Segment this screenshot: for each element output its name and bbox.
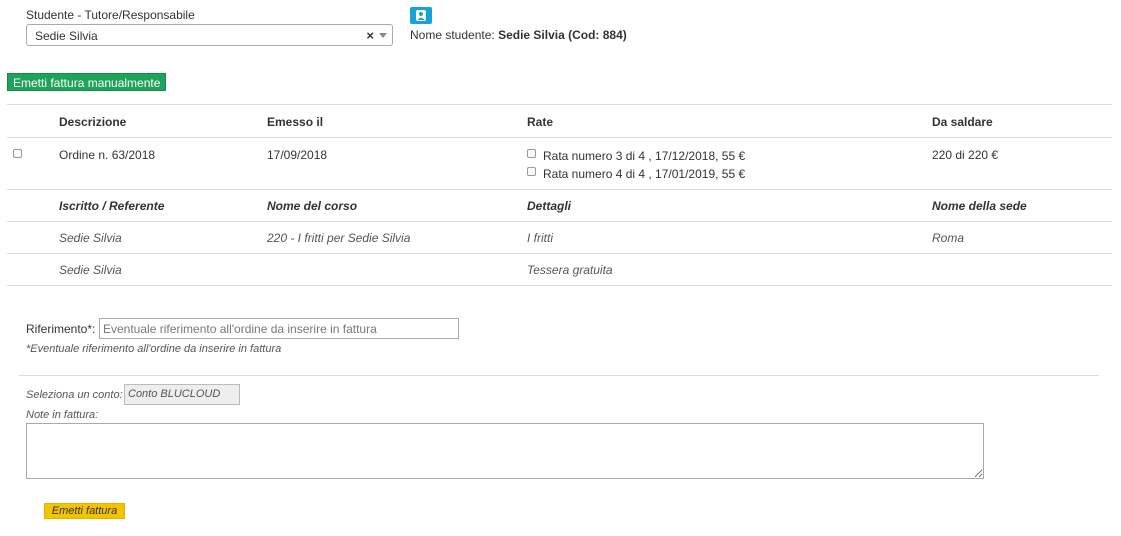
issue-invoice-button[interactable]: Emetti fattura [44,503,125,519]
order-description: Ordine n. 63/2018 [59,148,156,162]
account-label: Seleziona un conto: [26,389,123,401]
table-divider [7,253,1112,254]
section-divider [19,375,1099,376]
col-header-course-name: Nome del corso [267,199,358,213]
order-amount-due: 220 di 220 € [932,148,999,162]
chevron-down-icon[interactable] [379,33,387,38]
student-name-info: Nome studente: Sedie Silvia (Cod: 884) [410,28,627,42]
detail-enrolled: Sedie Silvia [59,231,122,245]
reference-label: Riferimento*: [26,322,96,336]
user-icon [416,10,426,21]
col-header-issued: Emesso il [267,115,324,129]
table-divider [7,189,1112,190]
order-row-checkbox[interactable] [13,149,22,158]
student-name-prefix: Nome studente: [410,28,495,42]
reference-input[interactable] [99,318,459,339]
student-profile-button[interactable] [410,7,432,24]
col-header-description: Descrizione [59,115,127,129]
table-divider [7,221,1112,222]
installment-checkbox[interactable] [527,167,536,176]
table-divider [7,285,1112,286]
manual-invoice-button[interactable]: Emetti fattura manualmente [7,73,167,91]
invoice-notes-textarea[interactable] [26,423,984,479]
detail-enrolled: Sedie Silvia [59,263,122,277]
col-header-enrolled: Iscritto / Referente [59,199,165,213]
detail-location: Roma [932,231,965,245]
col-header-details: Dettagli [527,199,572,213]
student-select-value: Sedie Silvia [35,29,98,43]
detail-details: Tessera gratuita [527,263,613,277]
detail-course-name: 220 - I fritti per Sedie Silvia [267,231,411,245]
reference-hint: *Eventuale riferimento all'ordine da ins… [26,343,282,355]
col-header-due: Da saldare [932,115,993,129]
table-divider [7,137,1112,138]
col-header-location: Nome della sede [932,199,1027,213]
clear-selection-icon[interactable]: × [366,28,374,43]
col-header-installments: Rate [527,115,554,129]
invoice-notes-label: Note in fattura: [26,409,99,421]
installment-item: Rata numero 4 di 4 , 17/01/2019, 55 € [543,167,746,181]
order-issued-date: 17/09/2018 [267,148,328,162]
student-select[interactable]: Sedie Silvia × [26,24,393,46]
installment-checkbox[interactable] [527,149,536,158]
installment-item: Rata numero 3 di 4 , 17/12/2018, 55 € [543,149,746,163]
detail-details: I fritti [527,231,553,245]
student-select-label: Studente - Tutore/Responsabile [26,8,195,22]
student-name-value: Sedie Silvia (Cod: 884) [498,28,627,42]
table-divider [7,104,1112,105]
account-field: Conto BLUCLOUD [124,384,240,405]
